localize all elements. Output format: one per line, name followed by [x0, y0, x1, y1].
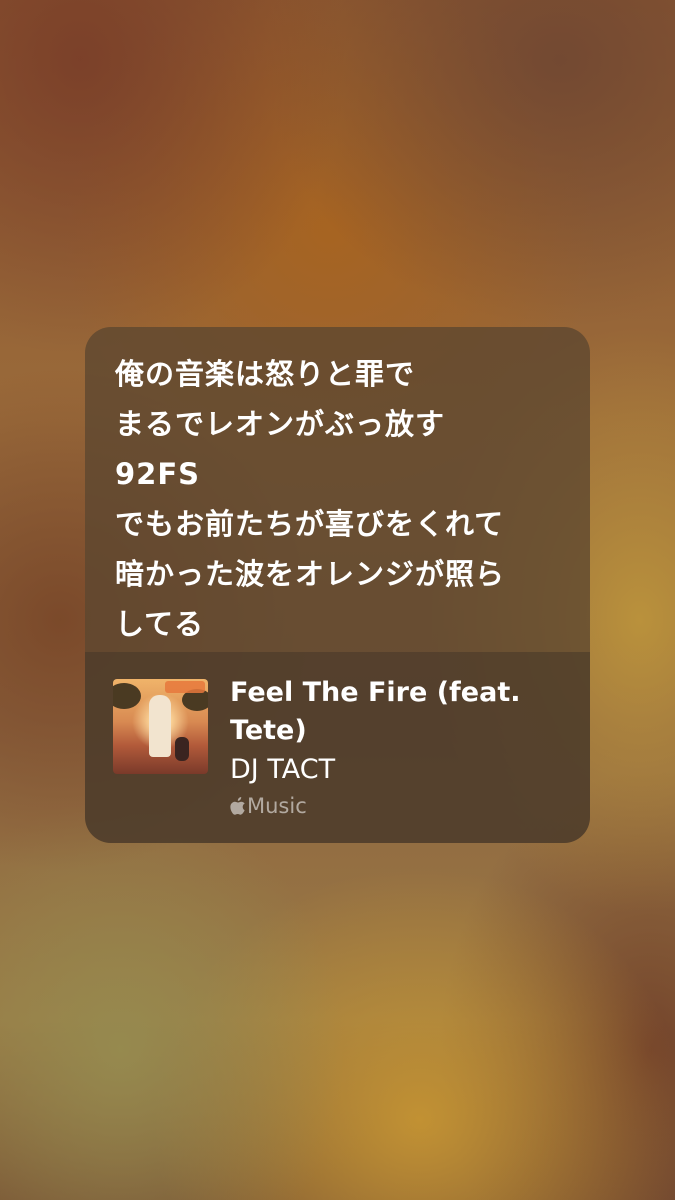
streaming-service-label: Music [230, 792, 307, 820]
lyric-line: まるでレオンがぶっ放す [115, 407, 446, 441]
track-artist: DJ TACT [230, 754, 336, 785]
apple-logo-icon [230, 797, 245, 815]
artwork-palm-left [113, 683, 141, 709]
artwork-figure [149, 695, 171, 757]
artwork-title-mark [165, 681, 205, 693]
lyrics-block: 俺の音楽は怒りと罪で まるでレオンがぶっ放す 92FS でもお前たちが喜びをくれ… [115, 349, 575, 649]
lyric-line: してる [115, 607, 205, 641]
track-info-footer[interactable]: Feel The Fire (feat. Tete) DJ TACT Music [85, 652, 590, 843]
lyrics-share-card[interactable]: 俺の音楽は怒りと罪で まるでレオンがぶっ放す 92FS でもお前たちが喜びをくれ… [85, 327, 590, 843]
lyric-line: 92FS [115, 457, 201, 491]
lyric-line: 俺の音楽は怒りと罪で [115, 357, 416, 391]
lyric-line: 暗かった波をオレンジが照ら [115, 557, 506, 591]
track-title: Feel The Fire (feat. Tete) [230, 677, 521, 746]
service-name: Music [247, 794, 307, 818]
lyric-line: でもお前たちが喜びをくれて [115, 507, 505, 541]
album-artwork[interactable] [113, 679, 208, 774]
artwork-child-figure [175, 737, 189, 761]
